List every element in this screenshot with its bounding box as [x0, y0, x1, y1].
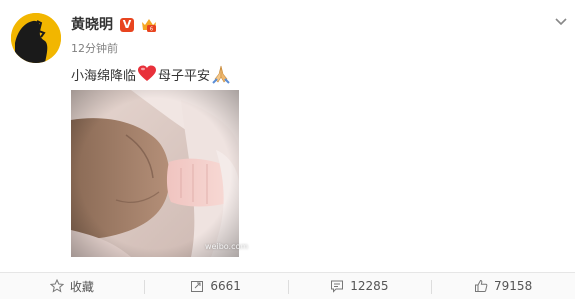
avatar-silhouette: [11, 13, 61, 63]
favorite-button[interactable]: 收藏: [0, 273, 144, 299]
post-text-part1: 小海绵降临: [71, 68, 137, 84]
favorite-label: 收藏: [69, 279, 94, 294]
repost-count: 6661: [210, 279, 241, 293]
weibo-post-card: 黄晓明 V 6 12分钟前 小海绵降临 母子平安 weibo.com 收藏 66…: [0, 0, 575, 299]
photo-watermark: weibo.com: [205, 242, 249, 251]
like-count: 79158: [494, 279, 533, 293]
comment-count: 12285: [350, 279, 389, 293]
post-timestamp[interactable]: 12分钟前: [71, 42, 118, 56]
praying-hands-icon: [212, 64, 230, 84]
comment-button[interactable]: 12285: [287, 273, 432, 299]
verified-icon[interactable]: V: [120, 18, 134, 32]
comment-icon: [331, 280, 344, 293]
post-text: 小海绵降临 母子平安: [71, 63, 230, 85]
avatar[interactable]: [11, 13, 61, 63]
post-photo[interactable]: [71, 90, 239, 257]
star-icon: [49, 279, 64, 293]
repost-icon: [191, 281, 204, 292]
svg-text:6: 6: [150, 27, 153, 33]
like-button[interactable]: 79158: [431, 273, 575, 299]
repost-button[interactable]: 6661: [143, 273, 288, 299]
post-text-part2: 母子平安: [158, 68, 211, 84]
username[interactable]: 黄晓明: [71, 16, 113, 34]
heart-icon: [137, 64, 157, 84]
chevron-down-icon[interactable]: [554, 12, 568, 26]
action-bar: 收藏 6661 12285 79158: [0, 272, 575, 299]
thumbs-up-icon: [475, 279, 488, 292]
crown-badge-icon[interactable]: 6: [140, 16, 158, 34]
